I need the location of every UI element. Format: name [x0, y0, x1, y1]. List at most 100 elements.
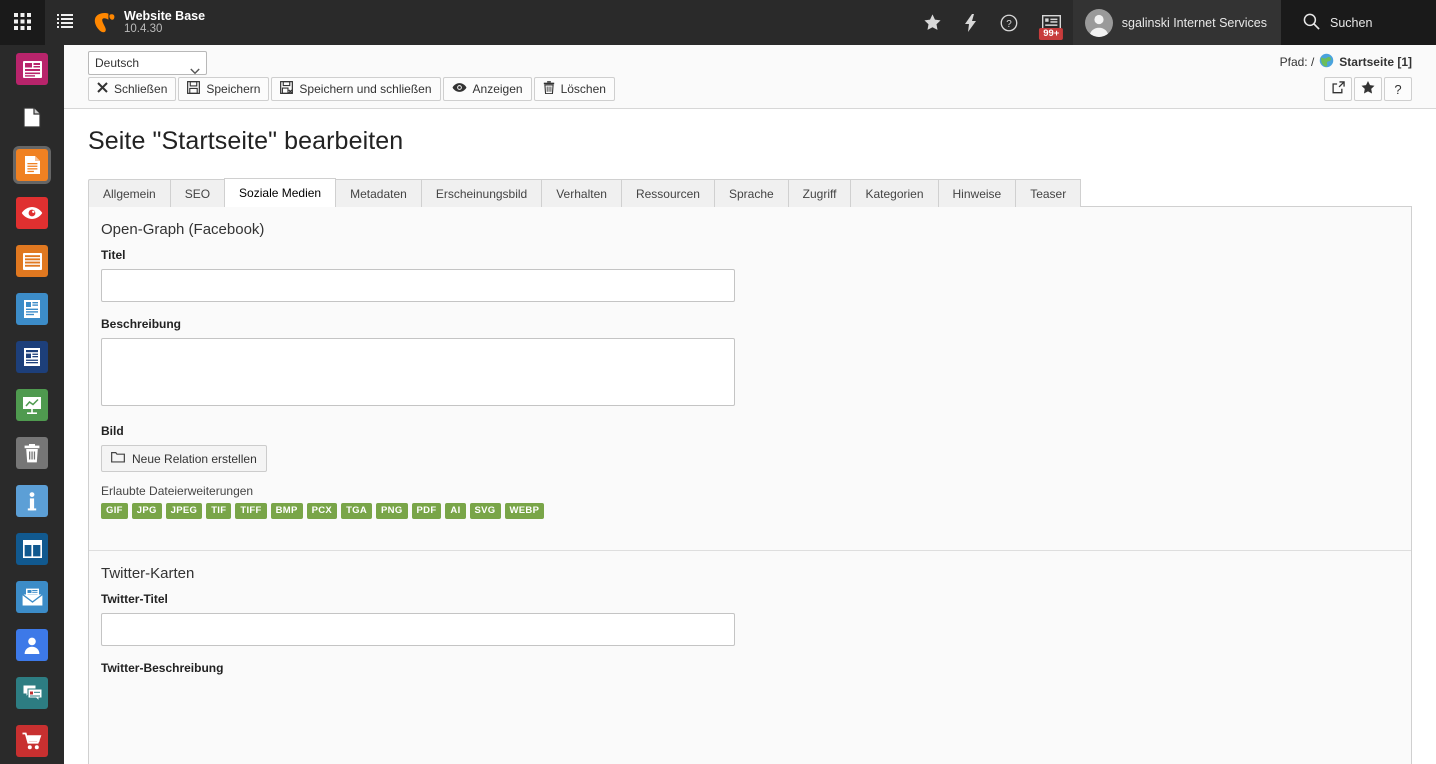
sidebar-item-templates[interactable] — [0, 525, 64, 573]
document-secondary-buttons: ? — [1324, 77, 1412, 101]
username-label: sgalinski Internet Services — [1122, 16, 1267, 30]
save-button[interactable]: Speichern — [178, 77, 269, 101]
ext-badge: TIFF — [235, 503, 266, 519]
folder-icon — [111, 451, 125, 466]
save-button-label: Speichern — [206, 82, 260, 96]
sidebar-item-list[interactable] — [0, 237, 64, 285]
tab-erscheinungsbild[interactable]: Erscheinungsbild — [421, 179, 541, 207]
twitter-title-input[interactable] — [101, 613, 735, 646]
tab-hinweise[interactable]: Hinweise — [938, 179, 1016, 207]
sidebar-item-info[interactable] — [0, 285, 64, 333]
sidebar-item-web-page[interactable] — [0, 45, 64, 93]
svg-text:?: ? — [1006, 18, 1012, 29]
global-search-button[interactable]: Suchen — [1281, 0, 1436, 45]
workspaces-button[interactable]: 99+ — [1030, 0, 1073, 45]
form-tabs: Allgemein SEO Soziale Medien Metadaten E… — [88, 178, 1412, 207]
user-menu[interactable]: sgalinski Internet Services — [1073, 0, 1281, 45]
section-title-open-graph: Open-Graph (Facebook) — [101, 221, 1399, 238]
tab-teaser[interactable]: Teaser — [1015, 179, 1081, 207]
close-button[interactable]: Schließen — [88, 77, 176, 101]
create-new-relation-button[interactable]: Neue Relation erstellen — [101, 445, 267, 472]
star-icon — [1361, 81, 1375, 97]
ext-badge: SVG — [470, 503, 501, 519]
ext-badge: GIF — [101, 503, 128, 519]
field-og-title: Titel — [101, 248, 1399, 302]
breadcrumb-page-title: Startseite [1] — [1339, 55, 1412, 69]
sidebar-item-recycler[interactable] — [0, 429, 64, 477]
bolt-icon — [965, 14, 976, 32]
sidebar-item-users[interactable] — [0, 621, 64, 669]
tab-seo[interactable]: SEO — [170, 179, 224, 207]
module-menu-toggle[interactable] — [0, 0, 45, 45]
floppy-icon — [187, 81, 200, 97]
flash-messages-button[interactable] — [953, 0, 988, 45]
bookmarks-button[interactable] — [912, 0, 953, 45]
ext-badge: WEBP — [505, 503, 545, 519]
file-icon — [16, 101, 48, 133]
eye-icon — [16, 197, 48, 229]
doc-info-icon — [16, 293, 48, 325]
label-og-image: Bild — [101, 424, 1399, 438]
trash-icon — [16, 437, 48, 469]
ext-badge: PDF — [412, 503, 442, 519]
breadcrumb: Pfad: / Startseite [1] — [1280, 53, 1412, 71]
tab-kategorien[interactable]: Kategorien — [850, 179, 937, 207]
view-button-label: Anzeigen — [473, 82, 523, 96]
sidebar-item-comments[interactable] — [0, 669, 64, 717]
search-icon — [1303, 13, 1320, 33]
save-and-close-button-label: Speichern und schließen — [299, 82, 431, 96]
ext-badge: AI — [445, 503, 465, 519]
top-toolbar: Website Base 10.4.30 ? — [0, 0, 1436, 45]
delete-button[interactable]: Löschen — [534, 77, 615, 101]
breadcrumb-prefix: Pfad: / — [1280, 55, 1315, 69]
app-title: Website Base — [124, 9, 205, 23]
sidebar-item-shop[interactable] — [0, 717, 64, 764]
close-button-label: Schließen — [114, 82, 167, 96]
sidebar-item-page[interactable] — [0, 141, 64, 189]
tab-ressourcen[interactable]: Ressourcen — [621, 179, 714, 207]
info-icon — [16, 485, 48, 517]
ext-badge: PNG — [376, 503, 408, 519]
language-select[interactable]: Deutsch — [88, 51, 207, 75]
tab-allgemein[interactable]: Allgemein — [88, 179, 170, 207]
ext-badge: JPG — [132, 503, 162, 519]
og-title-input[interactable] — [101, 269, 735, 302]
field-twitter-title: Twitter-Titel — [101, 592, 1399, 646]
sidebar-item-file[interactable] — [0, 93, 64, 141]
page-tree-toggle[interactable] — [45, 0, 85, 45]
ext-badge: PCX — [307, 503, 337, 519]
label-twitter-title: Twitter-Titel — [101, 592, 1399, 606]
close-x-icon — [97, 82, 108, 96]
open-in-new-window-button[interactable] — [1324, 77, 1352, 101]
sidebar-item-presentation[interactable] — [0, 381, 64, 429]
tab-soziale-medien[interactable]: Soziale Medien — [224, 178, 336, 207]
tab-verhalten[interactable]: Verhalten — [541, 179, 621, 207]
eye-icon — [452, 82, 467, 96]
og-description-textarea[interactable] — [101, 338, 735, 406]
tab-metadaten[interactable]: Metadaten — [336, 179, 421, 207]
app-logo[interactable]: Website Base 10.4.30 — [85, 0, 205, 45]
view-button[interactable]: Anzeigen — [443, 77, 532, 101]
save-and-close-button[interactable]: Speichern und schließen — [271, 77, 440, 101]
cart-icon — [16, 725, 48, 757]
tab-zugriff[interactable]: Zugriff — [788, 179, 851, 207]
help-button[interactable]: ? — [988, 0, 1030, 45]
grid-icon — [14, 13, 31, 33]
question-icon: ? — [1394, 82, 1401, 97]
label-twitter-description: Twitter-Beschreibung — [101, 661, 1399, 675]
trash-icon — [543, 81, 555, 97]
sidebar-item-view[interactable] — [0, 189, 64, 237]
bookmark-button[interactable] — [1354, 77, 1382, 101]
help-button[interactable]: ? — [1384, 77, 1412, 101]
document-header: Deutsch Schließen Speichern — [64, 45, 1436, 109]
sidebar-item-mail[interactable] — [0, 573, 64, 621]
typo3-logo-icon — [93, 11, 115, 35]
section-twitter-cards: Twitter-Karten Twitter-Titel Twitter-Bes… — [89, 550, 1411, 706]
envelope-icon — [16, 581, 48, 613]
tab-sprache[interactable]: Sprache — [714, 179, 788, 207]
create-new-relation-label: Neue Relation erstellen — [132, 452, 257, 466]
sidebar-item-about[interactable] — [0, 477, 64, 525]
sidebar-item-news[interactable] — [0, 333, 64, 381]
question-circle-icon: ? — [1000, 14, 1018, 32]
layout-icon — [16, 533, 48, 565]
